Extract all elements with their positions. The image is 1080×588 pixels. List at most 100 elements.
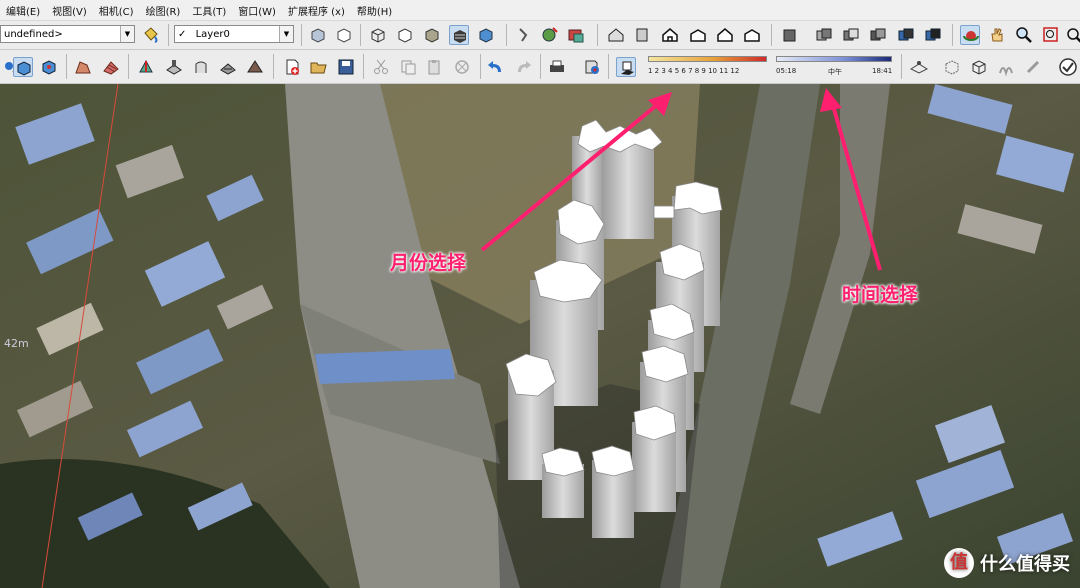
display-shadows-button[interactable]	[616, 57, 636, 77]
menu-tools[interactable]: 工具(T)	[186, 3, 232, 18]
stamp-button[interactable]	[164, 57, 184, 77]
terrain-from-contours-button[interactable]	[73, 57, 93, 77]
model-viewport[interactable]: 42m 月份选择 时间选择 值 什么值得买	[0, 84, 1080, 588]
walk-icon	[519, 28, 528, 42]
open-file-button[interactable]	[309, 57, 329, 77]
smoove-button[interactable]	[136, 57, 156, 77]
menu-draw[interactable]: 绘图(R)	[140, 3, 187, 18]
union-button[interactable]	[814, 25, 834, 45]
paste-button[interactable]	[424, 57, 444, 77]
wireframe-button[interactable]	[368, 25, 388, 45]
print-button[interactable]	[547, 57, 567, 77]
top-view-button[interactable]	[632, 25, 652, 45]
section-plane-button[interactable]	[780, 25, 800, 45]
style-dropdown[interactable]: undefined> ▼	[0, 25, 135, 43]
cut-button[interactable]	[371, 57, 391, 77]
erase-button[interactable]	[452, 57, 472, 77]
sandbox-tool-button[interactable]	[909, 57, 929, 77]
zoom-extents-button[interactable]	[1064, 25, 1080, 45]
section-icon	[783, 29, 796, 42]
drape-button[interactable]	[191, 57, 211, 77]
folder-open-icon	[310, 62, 327, 74]
group-button[interactable]	[969, 57, 989, 77]
time-slider[interactable]: 05:18 中午 18:41	[774, 55, 894, 79]
extrude-icon	[999, 67, 1013, 77]
pan-button[interactable]	[987, 25, 1007, 45]
watermark-text: 什么值得买	[980, 554, 1070, 575]
month-slider[interactable]: 1 2 3 4 5 6 7 8 9 10 11 12	[646, 55, 769, 79]
style-dropdown-value: undefined>	[4, 29, 63, 40]
solid-subtract-icon	[843, 28, 859, 41]
menu-help[interactable]: 帮助(H)	[351, 3, 398, 18]
look-around-button[interactable]	[13, 57, 33, 77]
right-view-button[interactable]	[688, 25, 708, 45]
shaded-button[interactable]	[422, 25, 442, 45]
left-view-button[interactable]	[742, 25, 762, 45]
preview-earth-button[interactable]	[566, 25, 586, 45]
look-cube-icon	[17, 61, 31, 76]
zoom-window-icon	[1043, 27, 1058, 42]
monochrome-button[interactable]	[476, 25, 496, 45]
trim-button[interactable]	[896, 25, 916, 45]
menu-camera[interactable]: 相机(C)	[93, 3, 140, 18]
orbit-button[interactable]	[960, 25, 980, 45]
new-file-button[interactable]	[282, 57, 302, 77]
zoom-button[interactable]	[1014, 25, 1034, 45]
walk-button[interactable]	[39, 57, 59, 77]
scale-label: 42m	[4, 337, 29, 350]
flip-edge-button[interactable]	[245, 57, 265, 77]
menu-window[interactable]: 窗口(W)	[232, 3, 282, 18]
time-slider-track[interactable]	[776, 56, 892, 62]
month-select-annotation: 月份选择	[390, 252, 467, 274]
cube-xray-icon	[311, 28, 325, 43]
terrain-from-scratch-button[interactable]	[101, 57, 121, 77]
menu-edit[interactable]: 编辑(E)	[0, 3, 46, 18]
component-button[interactable]	[942, 57, 962, 77]
time-noon-label: 中午	[828, 68, 842, 76]
menu-extensions[interactable]: 扩展程序 (x)	[282, 3, 351, 18]
redo-icon	[518, 61, 531, 72]
undo-button[interactable]	[486, 57, 506, 77]
toolbar-divider	[901, 54, 902, 79]
extrude-button[interactable]	[996, 57, 1016, 77]
sandbox-icon	[909, 61, 929, 74]
month-slider-track[interactable]	[648, 56, 767, 62]
iso-view-button[interactable]	[606, 25, 626, 45]
smoove-icon	[139, 59, 153, 73]
orbit-camera-button[interactable]	[514, 25, 534, 45]
hand-icon	[991, 28, 1003, 42]
shadows-icon	[621, 61, 634, 75]
front-house-icon	[662, 28, 678, 42]
time-start-label: 05:18	[776, 67, 797, 75]
toolbar-divider	[168, 24, 169, 46]
add-detail-button[interactable]	[218, 57, 238, 77]
building-tower	[632, 405, 677, 512]
copy-button[interactable]	[398, 57, 418, 77]
scissors-icon	[374, 59, 388, 74]
toolbar-divider	[952, 24, 953, 46]
save-button[interactable]	[336, 57, 356, 77]
group-box-icon	[972, 60, 986, 75]
xray-style-button[interactable]	[308, 25, 328, 45]
redo-button[interactable]	[513, 57, 533, 77]
soften-button[interactable]	[1023, 57, 1043, 77]
shaded-textures-button[interactable]	[449, 25, 469, 45]
watermark: 值 什么值得买	[944, 548, 1070, 578]
split-button[interactable]	[923, 25, 943, 45]
intersect-button[interactable]	[868, 25, 888, 45]
toolbar-row-1: undefined> ▼ ✓ Layer0 ▼	[0, 21, 1080, 50]
subtract-button[interactable]	[841, 25, 861, 45]
hidden-line-button[interactable]	[395, 25, 415, 45]
add-location-button[interactable]	[540, 25, 560, 45]
copy-icon	[401, 60, 416, 75]
back-view-button[interactable]	[715, 25, 735, 45]
layer-dropdown[interactable]: ✓ Layer0 ▼	[174, 25, 294, 43]
menu-view[interactable]: 视图(V)	[46, 3, 93, 18]
model-info-button[interactable]	[582, 57, 602, 77]
validate-button[interactable]	[1058, 57, 1078, 77]
zoom-window-button[interactable]	[1041, 25, 1061, 45]
front-view-button[interactable]	[660, 25, 680, 45]
style-paint-button[interactable]	[141, 25, 161, 45]
shaded-textures-icon	[454, 30, 466, 43]
back-edges-button[interactable]	[334, 25, 354, 45]
